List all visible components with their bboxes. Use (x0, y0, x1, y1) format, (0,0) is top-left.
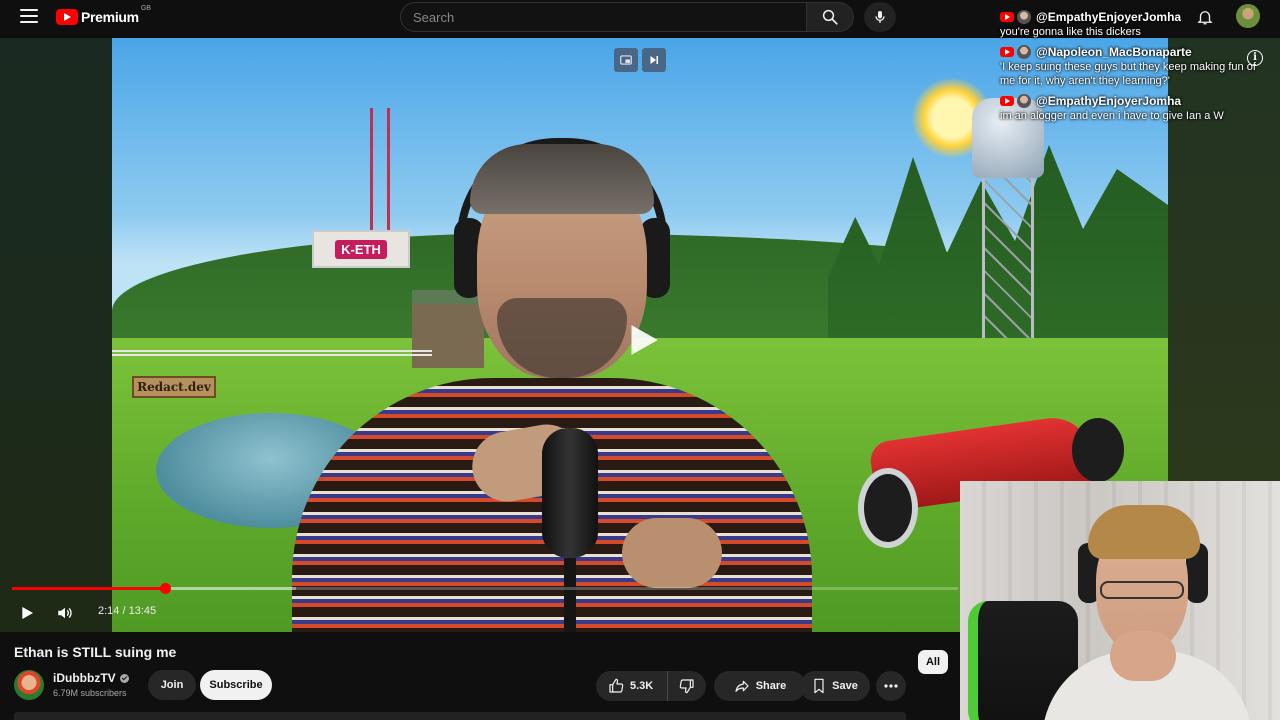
channel-name-link[interactable]: iDubbbzTV (53, 671, 129, 685)
join-button[interactable]: Join (148, 670, 196, 700)
webcam-glasses (1100, 581, 1184, 599)
time-readout: 2:14 / 13:45 (98, 605, 157, 617)
thumbs-up-icon (609, 678, 624, 693)
video-blur-left (0, 38, 112, 632)
chat-avatar (1017, 44, 1031, 59)
search-input[interactable] (401, 3, 806, 31)
search-box (400, 2, 806, 32)
volume-icon (58, 607, 72, 619)
channel-name[interactable]: iDubbbzTV (53, 671, 116, 685)
play-button[interactable] (14, 600, 40, 626)
play-icon (631, 325, 658, 355)
center-play-button[interactable] (618, 316, 666, 364)
chat-username: @Napoleon_MacBonaparte (1036, 44, 1192, 59)
next-video-button[interactable] (642, 48, 666, 72)
webcam-hand (1110, 631, 1176, 681)
like-dislike-group: 5.3K (596, 671, 706, 701)
verified-icon (119, 673, 129, 683)
scene-water-tower (972, 98, 1044, 338)
share-icon (735, 680, 749, 692)
like-button[interactable]: 5.3K (596, 671, 668, 701)
share-label: Share (755, 680, 787, 692)
webcam-overlay (960, 481, 1280, 720)
miniplayer-icon (620, 55, 632, 65)
video-title: Ethan is STILL suing me (14, 644, 177, 660)
progress-bar[interactable] (12, 583, 958, 594)
save-label: Save (832, 680, 858, 692)
region-code: GB (140, 5, 151, 12)
more-horizontal-icon (884, 684, 898, 688)
chat-text: 'I keep suing these guys but they keep m… (1000, 61, 1256, 87)
voice-search-button[interactable] (864, 2, 896, 32)
chat-message: @Napoleon_MacBonaparte 'I keep suing the… (1000, 43, 1280, 88)
youtube-badge-icon (1000, 95, 1014, 106)
chat-text: you're gonna like this dickers (1000, 26, 1141, 38)
chat-username: @EmpathyEnjoyerJomha (1036, 9, 1182, 24)
progress-played (12, 587, 166, 590)
chat-username: @EmpathyEnjoyerJomha (1036, 93, 1182, 108)
live-chat-overlay: @EmpathyEnjoyerJomha you're gonna like t… (1000, 8, 1280, 127)
search-icon (822, 9, 838, 25)
miniplayer-button[interactable] (614, 48, 638, 72)
scene-field-sign: Redact.dev (132, 376, 216, 398)
youtube-premium-logo[interactable]: Premium GB (56, 5, 151, 27)
chat-message: @EmpathyEnjoyerJomha im an alogger and e… (1000, 92, 1280, 123)
logo-text: Premium (81, 9, 139, 25)
filter-chip-all[interactable]: All (918, 650, 948, 674)
menu-icon[interactable] (20, 9, 38, 25)
chat-message: @EmpathyEnjoyerJomha you're gonna like t… (1000, 8, 1280, 39)
play-icon (22, 607, 33, 619)
youtube-logo-icon (56, 9, 78, 25)
chat-avatar (1017, 93, 1031, 108)
like-count: 5.3K (630, 680, 654, 692)
thumbs-down-icon (679, 679, 694, 694)
youtube-badge-icon (1000, 11, 1014, 22)
bookmark-icon (814, 678, 824, 694)
more-actions-button[interactable] (876, 671, 906, 701)
share-button[interactable]: Share (714, 671, 806, 701)
video-host-figure (272, 138, 832, 632)
chat-text: im an alogger and even i have to give Ia… (1000, 110, 1224, 122)
subscribe-button[interactable]: Subscribe (200, 670, 272, 700)
microphone-icon (875, 11, 885, 23)
info-icon[interactable]: i (1247, 50, 1263, 66)
subscriber-count: 6.79M subscribers (53, 688, 127, 698)
channel-avatar[interactable] (14, 670, 44, 700)
save-button[interactable]: Save (800, 671, 870, 701)
volume-button[interactable] (52, 600, 78, 626)
chat-avatar (1017, 9, 1031, 24)
youtube-badge-icon (1000, 46, 1014, 57)
dislike-button[interactable] (668, 671, 706, 701)
search-button[interactable] (806, 2, 854, 32)
skip-next-icon (650, 56, 658, 64)
description-box-edge[interactable] (14, 712, 906, 720)
